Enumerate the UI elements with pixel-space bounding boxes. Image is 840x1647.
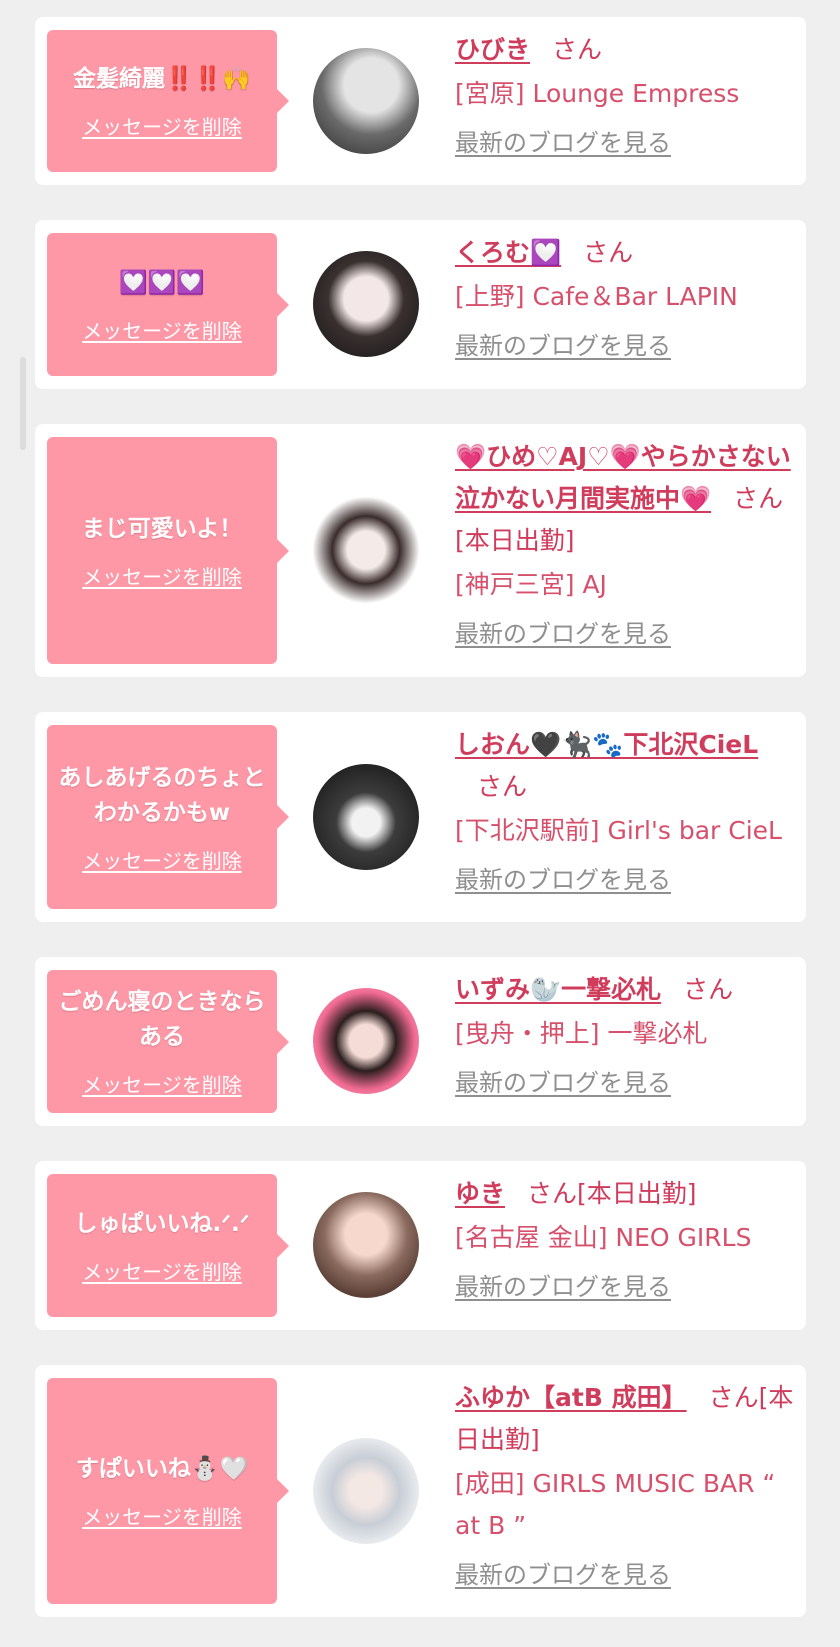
message-bubble: 💟💟💟 メッセージを削除: [47, 233, 289, 376]
latest-blog-link[interactable]: 最新のブログを見る: [455, 328, 671, 364]
profile-name-link[interactable]: いずみ🦭一撃必札: [455, 975, 661, 1004]
message-text: しゅぱいいね.ᐟ.ᐟ: [74, 1210, 250, 1237]
shop-label: [神戸三宮] AJ: [455, 570, 607, 599]
shop-label: [成田] GIRLS MUSIC BAR “ at B ”: [455, 1469, 776, 1540]
scrollbar[interactable]: [20, 357, 26, 450]
message-text: まじ可愛いよ！: [81, 515, 243, 542]
latest-blog-link[interactable]: 最新のブログを見る: [455, 125, 671, 161]
message-card: 💟💟💟 メッセージを削除 くろむ💟 さん [上野] Cafe＆Bar LAPIN …: [35, 220, 806, 389]
message-bubble: ごめん寝のときならある メッセージを削除: [47, 970, 289, 1113]
message-card: しゅぱいいね.ᐟ.ᐟ メッセージを削除 ゆき さん[本日出勤] [名古屋 金山] …: [35, 1161, 806, 1330]
message-text: ごめん寝のときならある: [58, 989, 266, 1050]
profile-info: 💗ひめ♡AJ♡💗やらかさない泣かない月間実施中💗 さん[本日出勤] [神戸三宮] …: [455, 436, 795, 652]
avatar[interactable]: [313, 1438, 419, 1544]
delete-message-link[interactable]: メッセージを削除: [82, 1069, 242, 1098]
avatar[interactable]: [313, 251, 419, 357]
shop-label: [名古屋 金山] NEO GIRLS: [455, 1223, 752, 1252]
delete-message-link[interactable]: メッセージを削除: [82, 315, 242, 344]
delete-message-link[interactable]: メッセージを削除: [82, 561, 242, 590]
message-bubble: あしあげるのちょとわかるかもw メッセージを削除: [47, 725, 289, 909]
profile-name-link[interactable]: くろむ💟: [455, 238, 561, 267]
message-bubble: すぱいいね⛄🤍 メッセージを削除: [47, 1378, 289, 1604]
message-card: ごめん寝のときならある メッセージを削除 いずみ🦭一撃必札 さん [曳舟・押上] …: [35, 957, 806, 1126]
profile-info: しおん🖤🐈‍⬛🐾下北沢CieL さん [下北沢駅前] Girl's bar Cie…: [455, 724, 795, 898]
profile-info: いずみ🦭一撃必札 さん [曳舟・押上] 一撃必札 最新のブログを見る: [455, 969, 795, 1101]
message-text: 💟💟💟: [119, 269, 205, 296]
profile-name-link[interactable]: ひびき: [455, 35, 530, 64]
message-text: すぱいいね⛄🤍: [75, 1456, 249, 1482]
shop-label: [宮原] Lounge Empress: [455, 79, 740, 108]
profile-info: ゆき さん[本日出勤] [名古屋 金山] NEO GIRLS 最新のブログを見る: [455, 1173, 795, 1305]
shop-label: [下北沢駅前] Girl's bar CieL: [455, 816, 782, 845]
name-suffix: さん: [477, 772, 528, 801]
message-card: あしあげるのちょとわかるかもw メッセージを削除 しおん🖤🐈‍⬛🐾下北沢CieL…: [35, 712, 806, 922]
latest-blog-link[interactable]: 最新のブログを見る: [455, 616, 671, 652]
latest-blog-link[interactable]: 最新のブログを見る: [455, 1065, 671, 1101]
latest-blog-link[interactable]: 最新のブログを見る: [455, 1557, 671, 1593]
delete-message-link[interactable]: メッセージを削除: [82, 1501, 242, 1530]
delete-message-link[interactable]: メッセージを削除: [82, 1256, 242, 1285]
name-suffix: さん[本日出勤]: [527, 1179, 697, 1208]
shop-label: [曳舟・押上] 一撃必札: [455, 1019, 708, 1048]
name-suffix: さん: [683, 975, 734, 1004]
message-bubble: 金髪綺麗‼️‼️🙌 メッセージを削除: [47, 30, 289, 172]
avatar[interactable]: [313, 988, 419, 1094]
profile-info: ひびき さん [宮原] Lounge Empress 最新のブログを見る: [455, 29, 795, 161]
message-bubble: しゅぱいいね.ᐟ.ᐟ メッセージを削除: [47, 1174, 289, 1317]
name-suffix: さん: [552, 35, 603, 64]
avatar[interactable]: [313, 497, 419, 603]
profile-info: ふゆか【atB 成田】 さん[本日出勤] [成田] GIRLS MUSIC BAR…: [455, 1377, 795, 1593]
message-card: 金髪綺麗‼️‼️🙌 メッセージを削除 ひびき さん [宮原] Lounge Emp…: [35, 17, 806, 185]
shop-label: [上野] Cafe＆Bar LAPIN: [455, 282, 738, 311]
latest-blog-link[interactable]: 最新のブログを見る: [455, 862, 671, 898]
message-bubble: まじ可愛いよ！ メッセージを削除: [47, 437, 289, 664]
name-suffix: さん: [583, 238, 634, 267]
profile-name-link[interactable]: しおん🖤🐈‍⬛🐾下北沢CieL: [455, 730, 758, 759]
delete-message-link[interactable]: メッセージを削除: [82, 845, 242, 874]
profile-name-link[interactable]: ふゆか【atB 成田】: [455, 1383, 687, 1412]
delete-message-link[interactable]: メッセージを削除: [82, 111, 242, 140]
latest-blog-link[interactable]: 最新のブログを見る: [455, 1269, 671, 1305]
profile-info: くろむ💟 さん [上野] Cafe＆Bar LAPIN 最新のブログを見る: [455, 232, 795, 364]
profile-name-link[interactable]: ゆき: [455, 1179, 505, 1208]
avatar[interactable]: [313, 48, 419, 154]
message-text: 金髪綺麗‼️‼️🙌: [73, 66, 251, 92]
avatar[interactable]: [313, 1192, 419, 1298]
message-text: あしあげるのちょとわかるかもw: [58, 764, 266, 826]
message-card: まじ可愛いよ！ メッセージを削除 💗ひめ♡AJ♡💗やらかさない泣かない月間実施中…: [35, 424, 806, 677]
avatar[interactable]: [313, 764, 419, 870]
message-card: すぱいいね⛄🤍 メッセージを削除 ふゆか【atB 成田】 さん[本日出勤] [成田…: [35, 1365, 806, 1617]
